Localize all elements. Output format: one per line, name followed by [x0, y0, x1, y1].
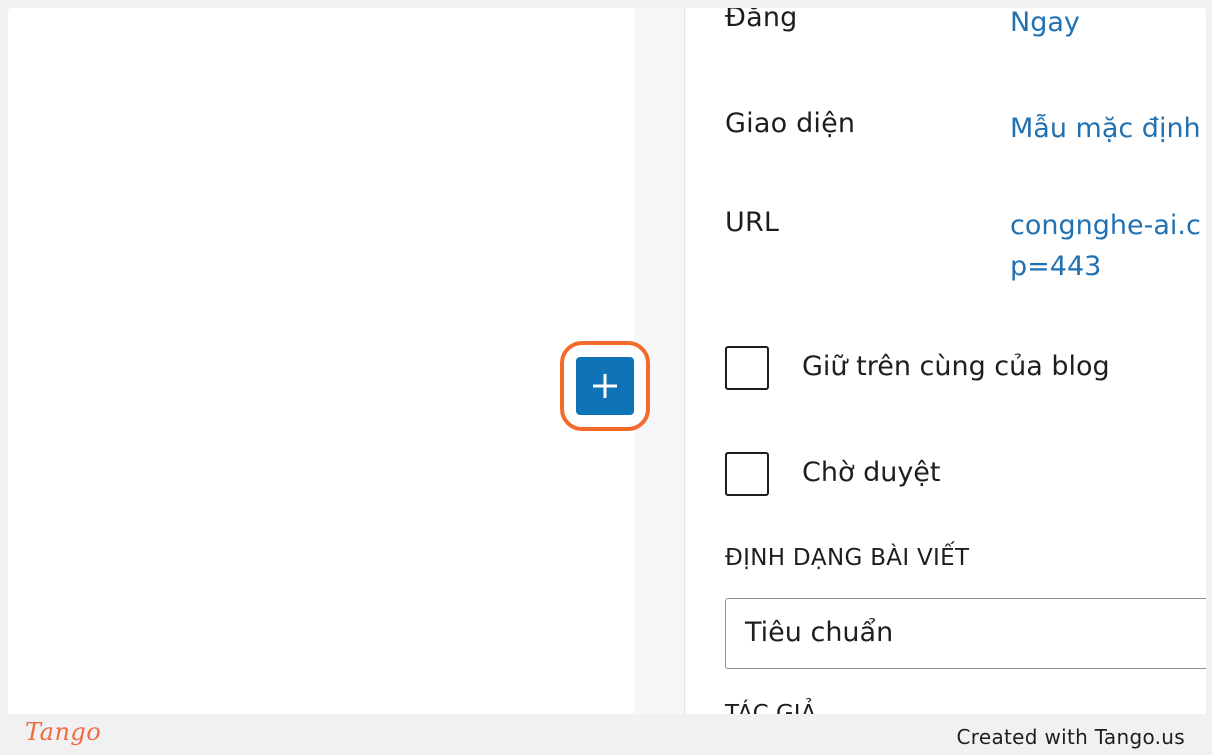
tango-footer: Tango Created with Tango.us — [8, 714, 1206, 755]
post-format-select[interactable]: Tiêu chuẩn — [725, 598, 1206, 669]
post-format-heading: ĐỊNH DẠNG BÀI VIẾT — [725, 545, 970, 571]
author-heading-partial: TÁC GIẢ — [725, 701, 817, 714]
url-value-link-line2[interactable]: p=443 — [1010, 246, 1101, 287]
post-format-selected-value: Tiêu chuẩn — [745, 617, 894, 648]
pending-review-checkbox[interactable] — [725, 452, 769, 496]
tango-logo: Tango — [25, 718, 102, 746]
publish-value-link[interactable]: Ngay — [1010, 8, 1080, 43]
screenshot-frame: Đăng Ngay Giao diện Mẫu mặc định URL con… — [8, 8, 1206, 714]
add-block-button[interactable] — [576, 357, 634, 415]
publish-label: Đăng — [725, 8, 798, 33]
pending-review-checkbox-label[interactable]: Chờ duyệt — [802, 457, 941, 488]
editor-canvas[interactable] — [8, 8, 634, 714]
tango-credit: Created with Tango.us — [956, 725, 1185, 749]
url-label: URL — [725, 207, 780, 238]
post-settings-sidebar: Đăng Ngay Giao diện Mẫu mặc định URL con… — [684, 8, 1206, 714]
template-value-link[interactable]: Mẫu mặc định — [1010, 108, 1201, 149]
sticky-checkbox[interactable] — [725, 346, 769, 390]
sticky-checkbox-label[interactable]: Giữ trên cùng của blog — [802, 351, 1110, 382]
plus-icon — [593, 374, 617, 398]
url-value-link-line1[interactable]: congnghe-ai.c — [1010, 205, 1201, 246]
template-label: Giao diện — [725, 108, 856, 139]
